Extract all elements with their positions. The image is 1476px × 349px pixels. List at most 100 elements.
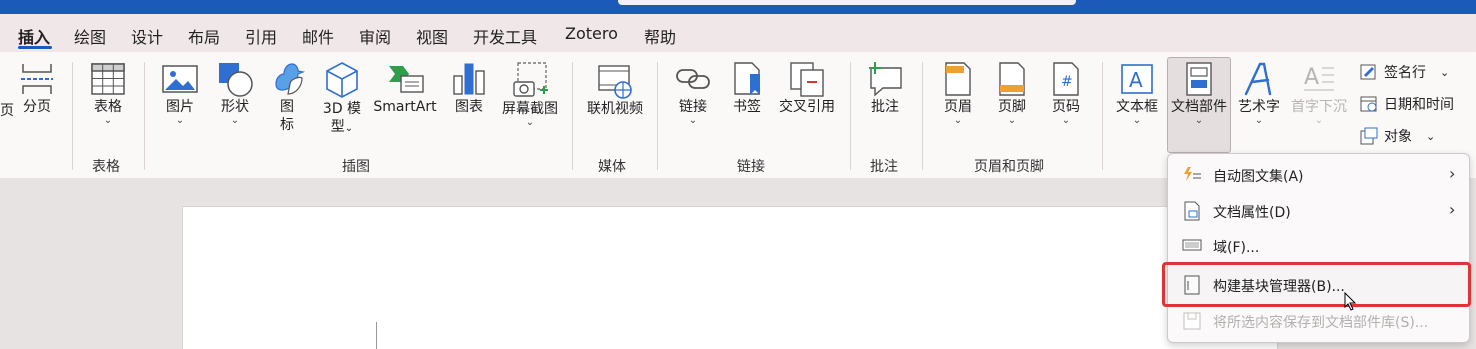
page-number-button[interactable]: # 页码 ⌄ [1046, 60, 1086, 126]
chevron-right-icon: › [1449, 164, 1456, 183]
cover-page-button[interactable]: 页 [0, 64, 14, 120]
tab-help[interactable]: 帮助 [644, 24, 676, 48]
page-break-icon [21, 64, 53, 94]
object-icon [1360, 127, 1378, 145]
signature-line-button[interactable]: 签名行 ⌄ [1360, 62, 1449, 82]
tab-mailings[interactable]: 邮件 [302, 24, 334, 48]
text-box-button[interactable]: A 文本框 ⌄ [1114, 60, 1160, 126]
header-button[interactable]: 页眉 ⌄ [938, 60, 978, 126]
table-icon [91, 63, 125, 95]
footer-icon [999, 62, 1025, 96]
chevron-down-icon: ⌄ [230, 115, 240, 126]
separator [922, 62, 923, 170]
separator [850, 62, 851, 170]
chevron-down-icon: ⌄ [1132, 115, 1142, 126]
footer-button[interactable]: 页脚 ⌄ [992, 60, 1032, 126]
chevron-down-icon: ⌄ [1440, 65, 1450, 79]
group-label-table: 表格 [92, 159, 120, 175]
cross-reference-icon [790, 62, 824, 97]
document-property-icon [1184, 201, 1200, 221]
table-button[interactable]: 表格 ⌄ [84, 60, 132, 126]
online-video-button[interactable]: 联机视频 [582, 60, 648, 118]
object-button[interactable]: 对象 ⌄ [1360, 126, 1435, 146]
svg-text:A: A [1129, 68, 1143, 92]
3d-models-button[interactable]: 3D 模 型⌄ [318, 60, 366, 138]
tab-developer[interactable]: 开发工具 [473, 24, 537, 48]
object-label: 对象 [1384, 129, 1412, 145]
group-label-illustrations: 插图 [342, 159, 370, 175]
wordart-button[interactable]: 艺术字 ⌄ [1236, 60, 1282, 126]
tab-insert[interactable]: 插入 [18, 24, 50, 48]
bookmark-icon [734, 62, 760, 95]
chevron-down-icon: ⌄ [1061, 115, 1071, 126]
tab-zotero[interactable]: Zotero [565, 24, 618, 43]
drop-cap-button[interactable]: A 首字下沉 ⌄ [1288, 60, 1350, 126]
icons-icon [275, 63, 306, 95]
group-label-links: 链接 [737, 159, 765, 175]
shapes-button[interactable]: 形状 ⌄ [214, 60, 256, 126]
chevron-down-icon: ⌄ [1007, 115, 1017, 126]
chevron-down-icon: ⌄ [688, 115, 698, 126]
group-label-media: 媒体 [598, 159, 626, 175]
text-cursor [376, 322, 377, 349]
menu-item-autotext[interactable]: 自动图文集(A) › [1168, 157, 1469, 191]
separator [72, 62, 73, 170]
chevron-right-icon: › [1449, 200, 1456, 219]
picture-icon [162, 65, 198, 93]
menu-item-save-selection-to-gallery[interactable]: 将所选内容保存到文档部件库(S)... [1168, 303, 1469, 337]
cross-reference-button[interactable]: 交叉引用 [776, 60, 838, 116]
mouse-pointer-icon [1344, 292, 1357, 311]
icons-button[interactable]: 图 标 [268, 60, 306, 134]
tab-references[interactable]: 引用 [245, 24, 277, 48]
tab-design[interactable]: 设计 [131, 24, 163, 48]
menu-item-document-property[interactable]: 文档属性(D) › [1168, 193, 1469, 227]
quick-parts-button[interactable]: 文档部件 ⌄ [1168, 60, 1230, 126]
highlight-annotation [1162, 262, 1471, 307]
link-icon [676, 69, 710, 89]
calendar-icon [1360, 96, 1377, 112]
chevron-down-icon: ⌄ [1426, 129, 1436, 143]
date-time-label: 日期和时间 [1384, 97, 1454, 113]
page-break-button[interactable]: 分页 [18, 60, 56, 116]
chevron-down-icon: ⌄ [1194, 115, 1204, 126]
separator [144, 62, 145, 170]
autotext-icon [1184, 167, 1201, 181]
svg-text:#: # [1061, 74, 1073, 90]
screenshot-button[interactable]: 屏幕截图 ⌄ [498, 60, 562, 128]
tab-review[interactable]: 审阅 [359, 24, 391, 48]
smartart-button[interactable]: SmartArt [372, 60, 438, 116]
field-icon [1182, 239, 1202, 251]
chart-button[interactable]: 图表 [450, 60, 488, 116]
separator [657, 62, 658, 170]
chevron-down-icon: ⌄ [103, 115, 113, 126]
comment-icon [869, 62, 902, 97]
chart-icon [453, 63, 485, 95]
tab-layout[interactable]: 布局 [188, 24, 220, 48]
comment-button[interactable]: 批注 [864, 60, 906, 116]
quick-parts-icon [1186, 62, 1212, 96]
chevron-down-icon: ⌄ [175, 115, 185, 126]
tab-draw[interactable]: 绘图 [74, 24, 106, 48]
document-page[interactable] [182, 206, 1278, 349]
smartart-icon [389, 66, 424, 93]
header-icon [945, 62, 971, 96]
chevron-down-icon: ⌄ [525, 117, 535, 128]
chevron-down-icon: ⌄ [1254, 115, 1264, 126]
date-time-button[interactable]: 日期和时间 [1360, 94, 1454, 114]
picture-button[interactable]: 图片 ⌄ [160, 60, 200, 126]
text-box-icon: A [1121, 64, 1153, 94]
search-box[interactable] [618, 0, 1076, 5]
quick-parts-menu: 自动图文集(A) › 文档属性(D) › 域(F)... 构建基块管理器(B).… [1167, 153, 1470, 343]
model-label-2: 型 [330, 119, 345, 135]
menu-item-field[interactable]: 域(F)... [1168, 228, 1469, 262]
tab-view[interactable]: 视图 [416, 24, 448, 48]
drop-cap-icon: A [1304, 65, 1334, 91]
shapes-icon [219, 63, 253, 97]
link-button[interactable]: 链接 ⌄ [672, 60, 714, 126]
signature-icon [1360, 64, 1376, 80]
active-tab-indicator [18, 46, 52, 49]
wordart-icon [1244, 62, 1272, 96]
cube-icon [326, 62, 358, 98]
bookmark-button[interactable]: 书签 [728, 60, 766, 116]
save-icon [1183, 312, 1201, 330]
